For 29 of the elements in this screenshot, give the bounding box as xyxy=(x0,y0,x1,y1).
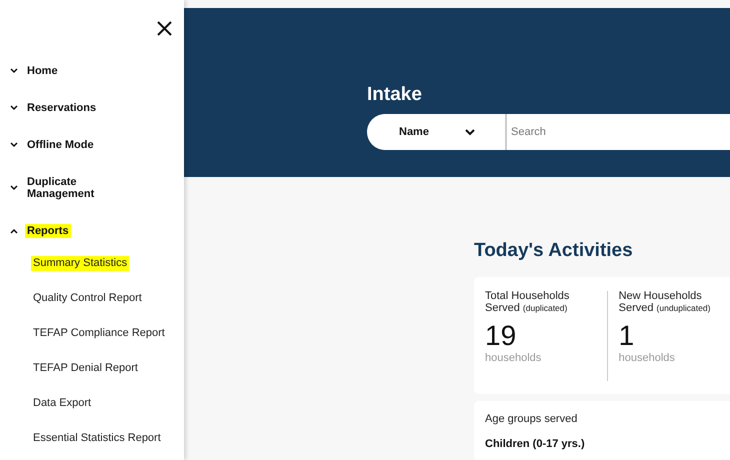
chevron-down-icon xyxy=(10,142,18,148)
close-icon xyxy=(157,21,172,36)
page-title: Intake xyxy=(367,85,423,104)
age-group-label: Children (0-17 yrs.) xyxy=(485,438,586,450)
menu-item[interactable]: Duplicate Management xyxy=(0,175,115,201)
submenu-item[interactable]: TEFAP Compliance Report xyxy=(31,326,167,341)
submenu-item[interactable]: Summary Statistics xyxy=(31,256,130,271)
menu-item[interactable]: Offline Mode xyxy=(0,138,96,152)
stat-unit: households xyxy=(485,351,542,366)
submenu-item[interactable]: TEFAP Denial Report xyxy=(31,361,140,376)
submenu-item[interactable]: Quality Control Report xyxy=(31,291,144,306)
card-title: Age groups served xyxy=(485,412,578,427)
chevron-up-icon xyxy=(10,228,18,234)
stat-unit: households xyxy=(618,351,676,366)
filter-dropdown[interactable]: Name xyxy=(367,114,505,150)
stat-value: 1 xyxy=(618,322,636,350)
menu-item[interactable]: Home xyxy=(0,64,60,78)
submenu-item[interactable]: Data Export xyxy=(31,396,94,411)
chevron-down-icon xyxy=(10,185,18,191)
stat-label: New Households Served (unduplicated) xyxy=(618,291,712,314)
stat-label: Total Households Served (duplicated) xyxy=(485,291,570,314)
chevron-down-icon xyxy=(10,105,18,111)
search-field[interactable]: Search xyxy=(505,114,730,150)
chevron-down-icon xyxy=(10,68,18,74)
stat-value: 19 xyxy=(485,322,518,350)
menu-item[interactable]: Reservations xyxy=(0,101,98,115)
section-title: Today's Activities xyxy=(474,241,634,260)
submenu-item[interactable]: Essential Statistics Report xyxy=(31,431,163,446)
chevron-down-icon xyxy=(465,128,475,136)
